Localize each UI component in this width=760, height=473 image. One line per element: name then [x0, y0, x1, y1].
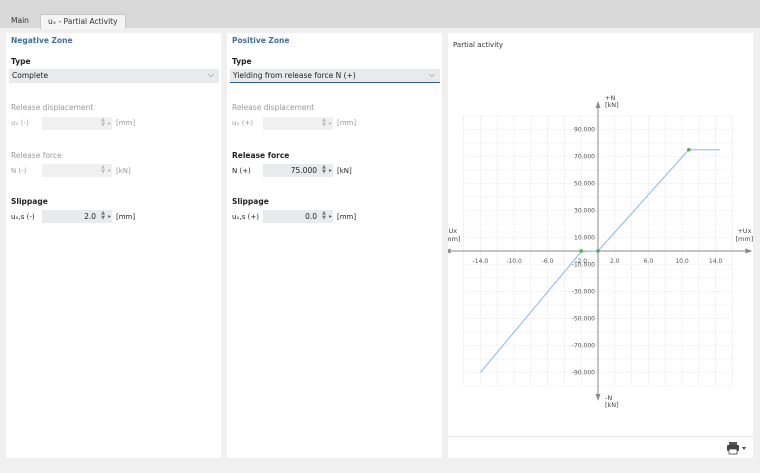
y-axis-arrow-down [595, 394, 601, 401]
x-tick-label: 2.0 [610, 258, 620, 265]
x-neg-axis-unit: [mm] [448, 235, 460, 243]
print-icon[interactable] [726, 441, 748, 455]
chevron-down-icon: ⌵ [207, 70, 214, 79]
y-axis-arrow-up [595, 101, 601, 108]
tab-bar: Main uₓ - Partial Activity [0, 0, 760, 29]
x-tick-label: 10.0 [675, 258, 689, 265]
x-tick-label: -6.0 [542, 258, 554, 265]
positive-zone-title: Positive Zone [232, 36, 290, 45]
negative-slippage-label: Slippage [11, 197, 48, 206]
positive-slippage-unit: [mm] [337, 213, 357, 221]
x-tick-label: -14.0 [473, 258, 489, 265]
y-tick-label: 30.000 [574, 208, 595, 215]
y-tick-label: 90.000 [574, 127, 595, 134]
spinner-arrows-icon[interactable]: ▲ ▼ [101, 118, 105, 128]
positive-slippage-value: 0.0 [305, 212, 317, 221]
spinner-arrows-icon[interactable]: ▲ ▼ [322, 165, 326, 175]
y-tick-label: -90.000 [572, 370, 595, 377]
y-tick-label: -10.000 [572, 262, 595, 269]
positive-slippage-label: Slippage [232, 197, 269, 206]
x-tick-label: 6.0 [644, 258, 654, 265]
data-point-marker [596, 249, 600, 253]
play-arrow-icon[interactable]: ▸ [329, 167, 332, 174]
y-tick-label: -50.000 [572, 316, 595, 323]
positive-release-force-input[interactable]: 75.000 ▲ ▼ ▸ [263, 164, 333, 177]
positive-slippage-symbol: uₓ,s (+) [232, 213, 259, 221]
negative-slippage-value: 2.0 [84, 212, 96, 221]
play-arrow-icon[interactable]: ▸ [329, 213, 332, 220]
negative-release-force-input[interactable]: ▲ ▼ ▸ [42, 164, 112, 177]
negative-type-label: Type [11, 57, 31, 66]
x-pos-axis-unit: [mm] [736, 235, 753, 243]
play-arrow-icon[interactable]: ▸ [108, 120, 111, 127]
positive-release-force-label: Release force [232, 151, 290, 160]
y-pos-axis-unit: [kN] [605, 101, 619, 109]
negative-slippage-unit: [mm] [116, 213, 136, 221]
positive-release-displacement-label: Release displacement [232, 103, 315, 112]
x-pos-axis-label: +Ux [737, 227, 751, 235]
y-neg-axis-unit: [kN] [605, 401, 619, 409]
positive-release-displacement-unit: [mm] [337, 119, 357, 127]
chart-footer [448, 436, 753, 458]
negative-release-displacement-label: Release displacement [11, 103, 94, 112]
chevron-down-icon: ⌵ [428, 70, 435, 79]
negative-zone-panel: Negative Zone Type Complete ⌵ Release di… [6, 33, 221, 458]
negative-release-displacement-symbol: uₓ (-) [11, 119, 29, 127]
play-arrow-icon[interactable]: ▸ [108, 213, 111, 220]
chart-panel: Partial activity -14.0 -10.0 -6.0 -2.0 2.0 6.… [448, 33, 753, 458]
negative-release-force-label: Release force [11, 151, 62, 160]
play-arrow-icon[interactable]: ▸ [108, 167, 111, 174]
y-tick-label: 10.000 [574, 235, 595, 242]
positive-release-force-value: 75.000 [290, 166, 317, 175]
x-axis-arrow-left [448, 248, 451, 254]
spinner-arrows-icon[interactable]: ▲ ▼ [101, 211, 105, 221]
data-point-marker [579, 249, 583, 253]
negative-slippage-input[interactable]: 2.0 ▲ ▼ ▸ [42, 210, 112, 223]
negative-slippage-symbol: uₓ,s (-) [11, 213, 35, 221]
tab-main[interactable]: Main [4, 14, 36, 28]
positive-release-displacement-symbol: uₓ (+) [232, 119, 254, 127]
x-neg-axis-label: -Ux [448, 227, 457, 235]
data-point-marker [686, 147, 691, 152]
partial-activity-chart: -14.0 -10.0 -6.0 -2.0 2.0 6.0 10.0 14.090.00070… [448, 94, 753, 409]
negative-zone-title: Negative Zone [11, 36, 73, 45]
x-tick-label: -10.0 [506, 258, 522, 265]
y-tick-label: -70.000 [572, 343, 595, 350]
spinner-arrows-icon[interactable]: ▲ ▼ [322, 118, 326, 128]
positive-release-force-unit: [kN] [337, 167, 352, 175]
negative-release-displacement-input[interactable]: ▲ ▼ ▸ [42, 117, 112, 130]
positive-release-force-symbol: N (+) [232, 167, 251, 175]
spinner-arrows-icon[interactable]: ▲ ▼ [101, 165, 105, 175]
negative-type-value: Complete [12, 71, 49, 80]
positive-zone-panel: Positive Zone Type Yielding from release… [227, 33, 442, 458]
negative-release-force-unit: [kN] [116, 167, 131, 175]
spinner-arrows-icon[interactable]: ▲ ▼ [322, 211, 326, 221]
positive-slippage-input[interactable]: 0.0 ▲ ▼ ▸ [263, 210, 333, 223]
positive-type-select[interactable]: Yielding from release force N (+) ⌵ [230, 69, 440, 83]
positive-release-displacement-input[interactable]: ▲ ▼ ▸ [263, 117, 333, 130]
positive-type-label: Type [232, 57, 252, 66]
x-tick-label: 14.0 [709, 258, 723, 265]
x-axis-arrow-right [745, 248, 753, 254]
tab-partial-activity[interactable]: uₓ - Partial Activity [40, 14, 126, 29]
negative-release-force-symbol: N (-) [11, 167, 27, 175]
y-tick-label: 50.000 [574, 181, 595, 188]
y-tick-label: -30.000 [572, 289, 595, 296]
play-arrow-icon[interactable]: ▸ [329, 120, 332, 127]
positive-type-value: Yielding from release force N (+) [233, 71, 356, 80]
negative-type-select[interactable]: Complete ⌵ [9, 69, 219, 83]
y-tick-label: 70.000 [574, 154, 595, 161]
negative-release-displacement-unit: [mm] [116, 119, 136, 127]
